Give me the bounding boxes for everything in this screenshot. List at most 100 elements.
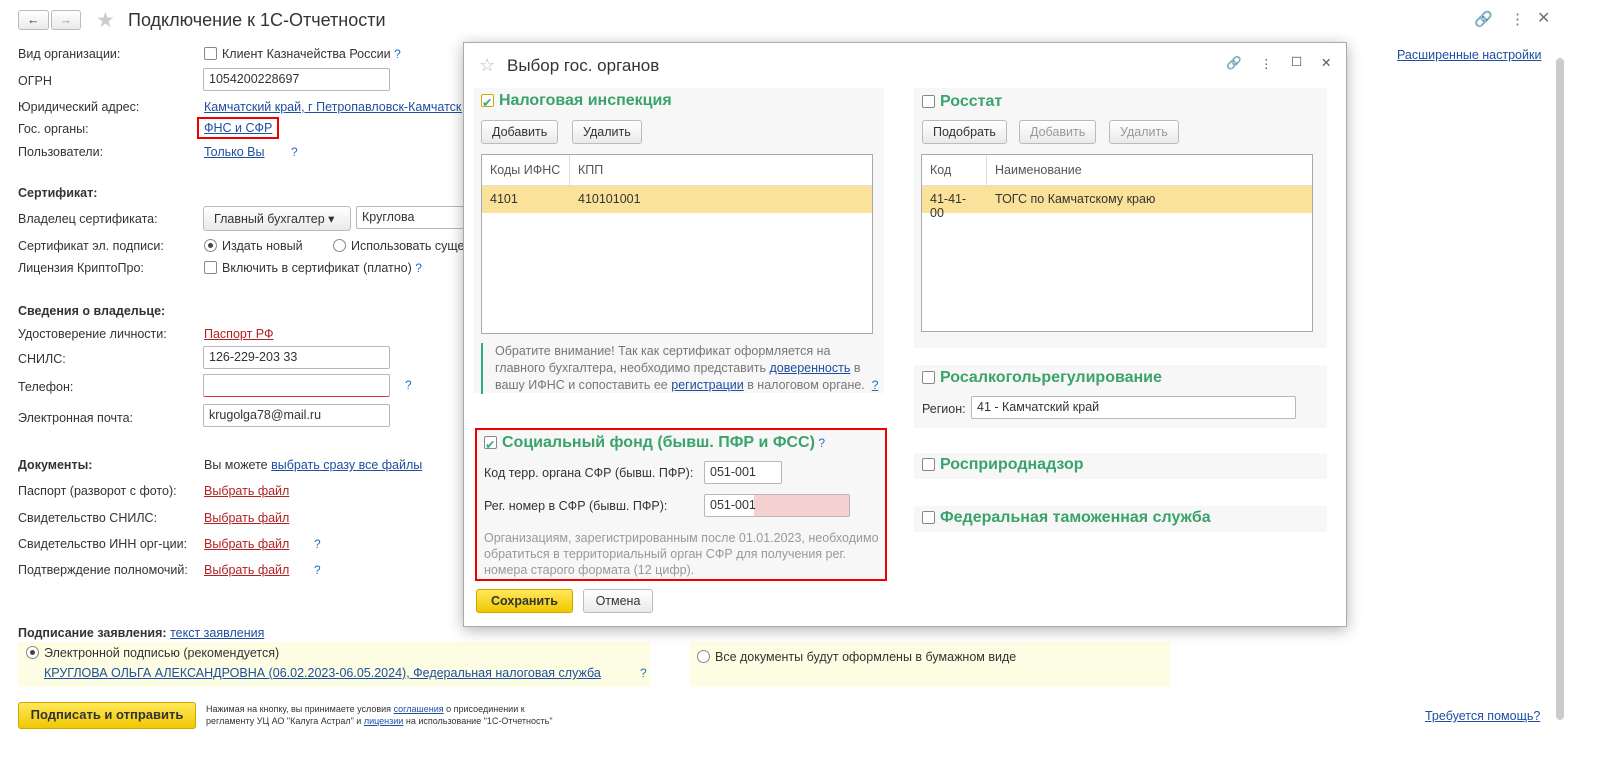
registration-link[interactable]: регистрации	[671, 378, 743, 392]
tax-checkbox[interactable]: ✔ Налоговая инспекция	[481, 92, 672, 110]
link-icon[interactable]: 🔗	[1226, 56, 1242, 71]
dialog-title: Выбор гос. органов	[507, 56, 660, 75]
scrollbar[interactable]	[1556, 58, 1564, 720]
esign-radio[interactable]: Электронной подписью (рекомендуется)	[26, 646, 279, 660]
snils-input[interactable]: 126-229-203 33	[203, 346, 390, 369]
table-row[interactable]: 41-41-00 ТОГС по Камчатскому краю	[922, 186, 1312, 220]
rosstat-delete-button[interactable]: Удалить	[1109, 120, 1179, 144]
org-type-label: Вид организации:	[18, 47, 121, 61]
cert-heading: Сертификат:	[18, 186, 98, 200]
region-input[interactable]: 41 - Камчатский край	[971, 396, 1296, 419]
gov-bodies-dialog: ☆ Выбор гос. органов 🔗 ⋮ ☐ ✕ ✔ Налоговая …	[463, 42, 1347, 627]
alco-checkbox[interactable]: Росалкогольрегулирование	[922, 369, 1162, 387]
license-link[interactable]: лицензии	[364, 716, 404, 726]
doc-label: Свидетельство СНИЛС:	[18, 511, 158, 525]
sig-new-radio[interactable]: Издать новый	[204, 239, 303, 253]
nature-checkbox[interactable]: Росприроднадзор	[922, 456, 1084, 474]
rosstat-table[interactable]: Код Наименование 41-41-00 ТОГС по Камчатск…	[921, 154, 1313, 332]
docs-hint: Вы можете выбрать сразу все файлы	[204, 458, 423, 472]
sfr-reg-label: Рег. номер в СФР (бывш. ПФР):	[484, 499, 668, 513]
power-of-attorney-link[interactable]: доверенность	[770, 361, 851, 375]
help-link[interactable]: Требуется помощь?	[1425, 709, 1540, 723]
customs-checkbox[interactable]: Федеральная таможенная служба	[922, 509, 1211, 527]
doc-label: Подтверждение полномочий:	[18, 563, 188, 577]
sfr-code-input[interactable]: 051-001	[704, 461, 782, 484]
email-label: Электронная почта:	[18, 411, 134, 425]
table-row[interactable]: 4101 410101001	[482, 186, 872, 213]
agreement-link[interactable]: соглашения	[394, 704, 444, 714]
paper-radio[interactable]: Все документы будут оформлены в бумажном…	[697, 650, 1016, 664]
doc-label: Свидетельство ИНН орг-ции:	[18, 537, 188, 551]
tax-table[interactable]: Коды ИФНС КПП 4101 410101001	[481, 154, 873, 334]
cancel-button[interactable]: Отмена	[583, 589, 653, 613]
tax-delete-button[interactable]: Удалить	[572, 120, 642, 144]
statement-text-link[interactable]: текст заявления	[170, 626, 264, 640]
users-label: Пользователи:	[18, 145, 104, 159]
rosstat-add-button[interactable]: Добавить	[1019, 120, 1097, 144]
phone-label: Телефон:	[18, 380, 74, 394]
owner-label: Владелец сертификата:	[18, 212, 158, 226]
select-file-link[interactable]: Выбрать файл	[204, 484, 289, 498]
select-file-link[interactable]: Выбрать файл	[204, 511, 289, 525]
paper-option	[690, 642, 1170, 687]
select-file-link[interactable]: Выбрать файл	[204, 537, 289, 551]
advanced-settings-link[interactable]: Расширенные настройки	[1397, 48, 1541, 62]
column-header[interactable]: КПП	[570, 155, 872, 185]
gov-bodies-link[interactable]: ФНС и СФР	[197, 117, 280, 139]
gov-label: Гос. органы:	[18, 122, 89, 136]
save-button[interactable]: Сохранить	[476, 589, 573, 613]
phone-input[interactable]	[203, 374, 390, 397]
treasury-checkbox[interactable]: Клиент Казначейства России ?	[204, 47, 401, 61]
help-icon[interactable]: ?	[640, 666, 647, 680]
column-header[interactable]: Код	[922, 155, 987, 185]
help-icon[interactable]: ?	[291, 145, 298, 159]
owner-heading: Сведения о владельце:	[18, 304, 166, 318]
maximize-icon[interactable]: ☐	[1291, 54, 1302, 69]
doc-label: Паспорт (разворот с фото):	[18, 484, 177, 498]
sig-label: Сертификат эл. подписи:	[18, 239, 164, 253]
close-icon[interactable]: ✕	[1321, 55, 1331, 70]
sfr-reg-input[interactable]: 051-001	[704, 494, 850, 517]
favorite-star-icon[interactable]: ☆	[479, 55, 495, 76]
more-icon[interactable]: ⋮	[1510, 10, 1525, 28]
signing-row: Подписание заявления: текст заявления	[18, 626, 265, 640]
snils-label: СНИЛС:	[18, 352, 66, 366]
column-header[interactable]: Коды ИФНС	[482, 155, 570, 185]
sig-existing-radio[interactable]: Использовать существующий	[333, 239, 463, 253]
id-link[interactable]: Паспорт РФ	[204, 327, 273, 341]
owner-name-input[interactable]: Круглова	[356, 206, 464, 229]
sign-and-send-button[interactable]: Подписать и отправить	[18, 702, 196, 729]
owner-role-select[interactable]: Главный бухгалтер ▾	[203, 206, 351, 231]
more-icon[interactable]: ⋮	[1260, 56, 1273, 71]
tax-note: Обратите внимание! Так как сертификат оф…	[481, 343, 881, 394]
select-file-link[interactable]: Выбрать файл	[204, 563, 289, 577]
id-label: Удостоверение личности:	[18, 327, 167, 341]
window-title: Подключение к 1С-Отчетности	[128, 10, 386, 30]
address-link[interactable]: Камчатский край, г Петропавловск-Камчатс…	[204, 100, 462, 114]
sfr-code-label: Код терр. органа СФР (бывш. ПФР):	[484, 466, 694, 480]
sfr-checkbox[interactable]: ✔ Социальный фонд (бывш. ПФР и ФСС) ?	[484, 434, 825, 452]
crypto-checkbox[interactable]: Включить в сертификат (платно) ?	[204, 261, 422, 275]
help-icon[interactable]: ?	[314, 563, 321, 577]
ogrn-label: ОГРН	[18, 74, 52, 88]
favorite-star-icon[interactable]: ★	[96, 8, 115, 33]
address-label: Юридический адрес:	[18, 100, 140, 114]
select-all-files-link[interactable]: выбрать сразу все файлы	[271, 458, 422, 472]
tax-add-button[interactable]: Добавить	[481, 120, 559, 144]
close-icon[interactable]: ✕	[1537, 8, 1550, 28]
link-icon[interactable]: 🔗	[1474, 10, 1493, 28]
rosstat-pick-button[interactable]: Подобрать	[922, 120, 1007, 144]
esign-cert-link[interactable]: КРУГЛОВА ОЛЬГА АЛЕКСАНДРОВНА (06.02.2023…	[44, 666, 601, 680]
back-button[interactable]: ←	[18, 10, 49, 30]
users-link[interactable]: Только Вы	[204, 145, 265, 159]
rosstat-checkbox[interactable]: Росстат	[922, 93, 1002, 111]
crypto-label: Лицензия КриптоПро:	[18, 261, 144, 275]
help-icon[interactable]: ?	[314, 537, 321, 551]
terms-text: Нажимая на кнопку, вы принимаете условия…	[206, 704, 553, 726]
forward-button[interactable]: →	[50, 10, 81, 30]
column-header[interactable]: Наименование	[987, 155, 1312, 185]
help-icon[interactable]: ?	[405, 378, 412, 392]
ogrn-input[interactable]: 1054200228697	[203, 68, 390, 91]
email-input[interactable]: krugolga78@mail.ru	[203, 404, 390, 427]
docs-heading: Документы:	[18, 458, 93, 472]
